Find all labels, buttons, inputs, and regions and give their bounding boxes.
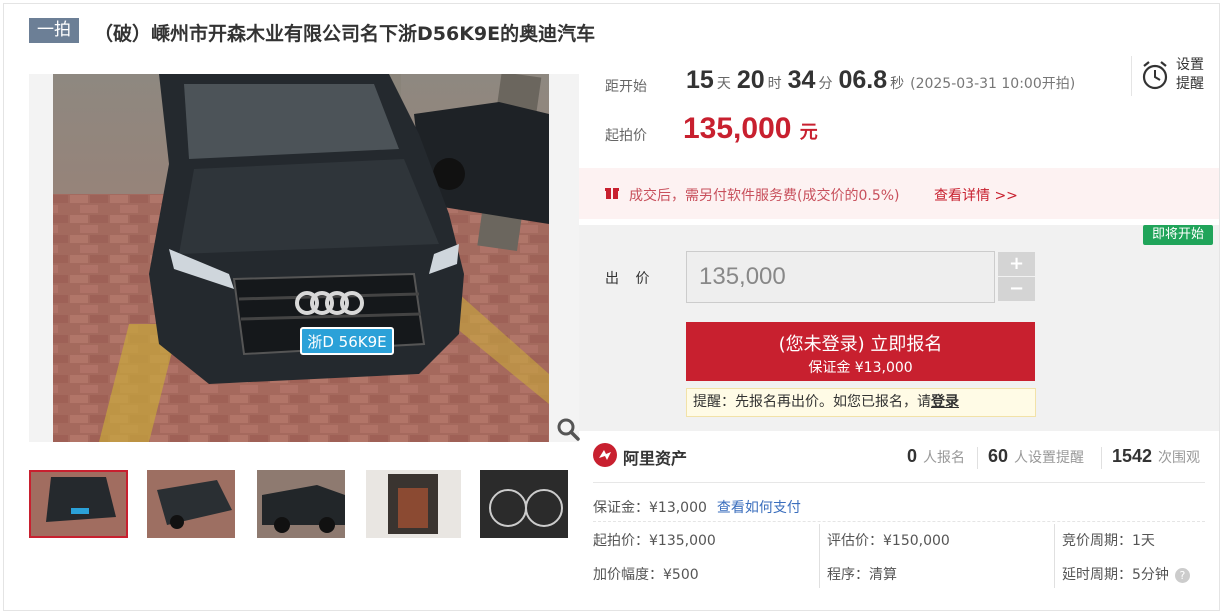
thumbnail-1[interactable] — [29, 470, 128, 538]
reminder-count: 60 人设置提醒 — [988, 446, 1085, 466]
signup-count: 0 人报名 — [907, 446, 966, 466]
decrease-bid-button[interactable]: − — [998, 277, 1035, 301]
platform-brand: 阿里资产 — [593, 443, 687, 471]
set-reminder-button[interactable]: 设置 提醒 — [1131, 56, 1213, 96]
fee-notice-bar: 成交后，需另付软件服务费(成交价的0.5%) 查看详情 >> — [579, 168, 1219, 219]
magnifier-icon[interactable] — [555, 416, 581, 442]
fee-notice-text: 成交后，需另付软件服务费(成交价的0.5%) — [629, 188, 900, 204]
procedure-info: 程序：清算 — [827, 567, 897, 583]
divider — [1101, 447, 1102, 469]
how-to-pay-link[interactable]: 查看如何支付 — [717, 500, 801, 516]
auction-type-badge: 一拍 — [29, 18, 79, 43]
signup-button-label: (您未登录) 立即报名 — [778, 334, 943, 355]
increment-info: 加价幅度：¥500 — [593, 567, 699, 583]
divider — [819, 524, 820, 588]
divider — [1054, 524, 1055, 588]
start-price-info: 起拍价：¥135,000 — [593, 533, 716, 549]
countdown-seconds: 06.8 — [838, 66, 888, 94]
countdown-label: 距开始 — [605, 79, 647, 95]
view-details-link[interactable]: 查看详情 >> — [934, 185, 1018, 205]
thumbnail-2[interactable] — [147, 470, 235, 538]
deposit-info: 保证金：¥13,000 查看如何支付 — [593, 500, 801, 516]
countdown-timer: 15 天 20 时 34 分 06.8 秒 (2025-03-31 10:00开拍) — [686, 66, 1076, 94]
start-time: (2025-03-31 10:00开拍) — [910, 76, 1076, 92]
delay-cycle-info: 延时周期：5分钟? — [1062, 564, 1190, 584]
countdown-days: 15 — [686, 66, 714, 94]
countdown-hours: 20 — [736, 66, 765, 94]
license-plate-text: 浙D 56K9E — [307, 333, 386, 351]
appraisal-info: 评估价：¥150,000 — [827, 533, 950, 549]
start-price-label: 起拍价 — [605, 128, 647, 144]
countdown-minutes: 34 — [787, 66, 816, 94]
platform-name: 阿里资产 — [623, 449, 688, 468]
gift-icon — [605, 188, 619, 199]
divider — [593, 482, 1205, 483]
reminder-label-1: 设置 — [1176, 57, 1204, 73]
divider — [977, 447, 978, 469]
reminder-label-2: 提醒 — [1176, 76, 1204, 92]
login-link[interactable]: 登录 — [931, 394, 959, 410]
start-price-value: 135,000 元 — [683, 112, 818, 145]
ali-asset-logo-icon — [593, 443, 617, 467]
bid-amount-input[interactable]: 135,000 — [686, 251, 995, 303]
status-badge: 即将开始 — [1143, 225, 1213, 245]
main-car-photo[interactable]: 浙D 56K9E — [29, 74, 579, 442]
increase-bid-button[interactable]: + — [998, 252, 1035, 276]
signup-deposit-label: 保证金 ¥13,000 — [808, 360, 913, 376]
signup-button[interactable]: (您未登录) 立即报名 保证金 ¥13,000 — [686, 322, 1035, 381]
page-title: （破）嵊州市开森木业有限公司名下浙D56K9E的奥迪汽车 — [94, 23, 596, 45]
thumbnail-4[interactable] — [366, 470, 461, 538]
alarm-clock-icon — [1142, 61, 1168, 90]
bid-label: 出 价 — [605, 271, 656, 287]
login-tip: 提醒：先报名再出价。如您已报名，请登录 — [686, 388, 1036, 417]
divider — [593, 521, 1205, 522]
bid-cycle-info: 竞价周期：1天 — [1062, 533, 1155, 549]
view-count: 1542 次围观 — [1112, 446, 1201, 466]
thumbnail-5[interactable] — [480, 470, 568, 538]
thumbnail-3[interactable] — [257, 470, 345, 538]
help-icon[interactable]: ? — [1174, 567, 1190, 583]
